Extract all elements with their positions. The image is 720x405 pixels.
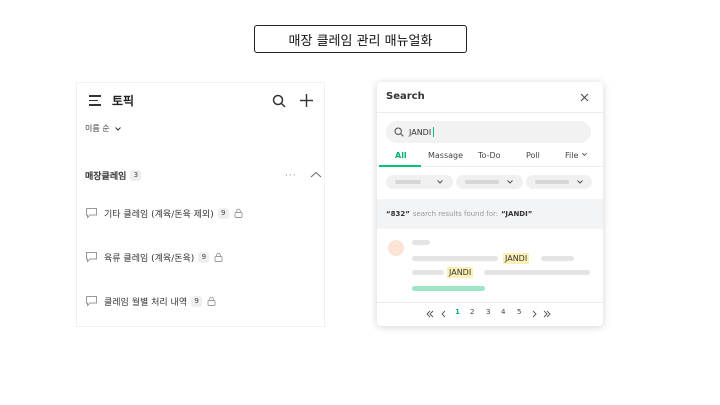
active-tab-indicator [379,165,421,167]
last-page-icon[interactable] [543,310,551,318]
tab-massage[interactable]: Massage [428,151,463,160]
skeleton-line [412,256,498,261]
search-tabs: All Massage To-Do Poll File [377,151,603,167]
chevron-down-icon [114,126,121,131]
search-highlight: JANDI [503,253,530,264]
sort-dropdown[interactable]: 이름 순 [85,123,122,134]
topic-count-badge: 9 [191,295,203,307]
tab-todo[interactable]: To-Do [478,151,501,160]
avatar [388,240,404,256]
search-query: JANDI [409,127,432,137]
chat-icon [86,252,97,263]
filter-dropdown[interactable] [386,175,453,189]
chevron-down-icon [507,180,513,184]
pagination: 1 2 3 4 5 [377,308,603,320]
chevron-down-icon [437,180,443,184]
filter-dropdown[interactable] [456,175,523,189]
topic-label: 클레임 월별 처리 내역 [104,297,188,308]
search-icon [394,127,404,137]
lock-icon [234,208,243,218]
skeleton-line [412,240,430,245]
page-5[interactable]: 5 [517,308,521,316]
tab-all[interactable]: All [395,151,407,160]
chat-icon [86,296,97,307]
search-highlight: JANDI [447,267,474,278]
lock-icon [207,296,216,306]
page-title: 매장 클레임 관리 매뉴얼화 [254,25,467,53]
topic-count-badge: 9 [198,251,210,263]
topic-item[interactable]: 육류 클레임 (계육/돈육) 9 [85,249,320,265]
chat-icon [86,208,97,219]
folder-count-badge: 3 [130,169,142,181]
chevron-up-icon[interactable] [310,170,322,180]
lock-icon [214,252,223,262]
divider [377,302,603,303]
next-page-icon[interactable] [530,310,538,318]
page-1[interactable]: 1 [455,308,460,316]
tab-file[interactable]: File [565,151,588,160]
more-icon[interactable]: ··· [285,171,297,181]
page-3[interactable]: 3 [486,308,490,316]
folder-name: 매장클레임 [85,171,127,182]
tab-file-label: File [565,151,579,160]
prev-page-icon[interactable] [440,310,448,318]
page-2[interactable]: 2 [470,308,474,316]
results-query: “JANDI” [501,210,533,218]
search-title: Search [386,91,425,102]
folder-row[interactable]: 매장클레임 3 ··· [85,168,322,182]
plus-icon[interactable] [299,93,314,108]
close-icon[interactable] [578,91,591,104]
filter-placeholder [395,180,421,184]
search-icon[interactable] [272,94,286,108]
chevron-down-icon [577,180,583,184]
first-page-icon[interactable] [426,310,434,318]
topic-title: 토픽 [112,94,135,108]
tab-poll[interactable]: Poll [526,151,540,160]
skeleton-line [484,270,590,275]
result-tag-bar [412,286,485,291]
sort-label: 이름 순 [85,124,110,133]
page-4[interactable]: 4 [501,308,505,316]
hamburger-icon[interactable] [89,95,101,106]
topic-panel: 토픽 이름 순 매장클레임 3 ··· 기타 클레임 (계육/돈육 제외) 9 [77,83,324,326]
skeleton-line [541,256,574,261]
topic-label: 기타 클레임 (계육/돈육 제외) [104,209,214,220]
filter-placeholder [465,180,499,184]
search-input[interactable]: JANDI [386,121,591,143]
search-panel: Search JANDI All Massage To-Do Poll File [377,82,603,326]
divider [377,112,603,113]
topic-header: 토픽 [77,83,324,119]
chevron-down-icon [581,152,587,156]
topic-item[interactable]: 기타 클레임 (계육/돈육 제외) 9 [85,205,320,221]
topic-item[interactable]: 클레임 월별 처리 내역 9 [85,293,320,309]
topic-label: 육류 클레임 (계육/돈육) [104,253,195,264]
text-caret [433,127,435,137]
filter-placeholder [535,180,569,184]
results-text: search results found for: [412,210,499,218]
results-count: “832” [386,210,410,218]
filter-dropdown[interactable] [526,175,592,189]
skeleton-line [412,270,444,275]
results-summary: “832” search results found for: “JANDI” [377,199,603,229]
topic-count-badge: 9 [217,207,229,219]
